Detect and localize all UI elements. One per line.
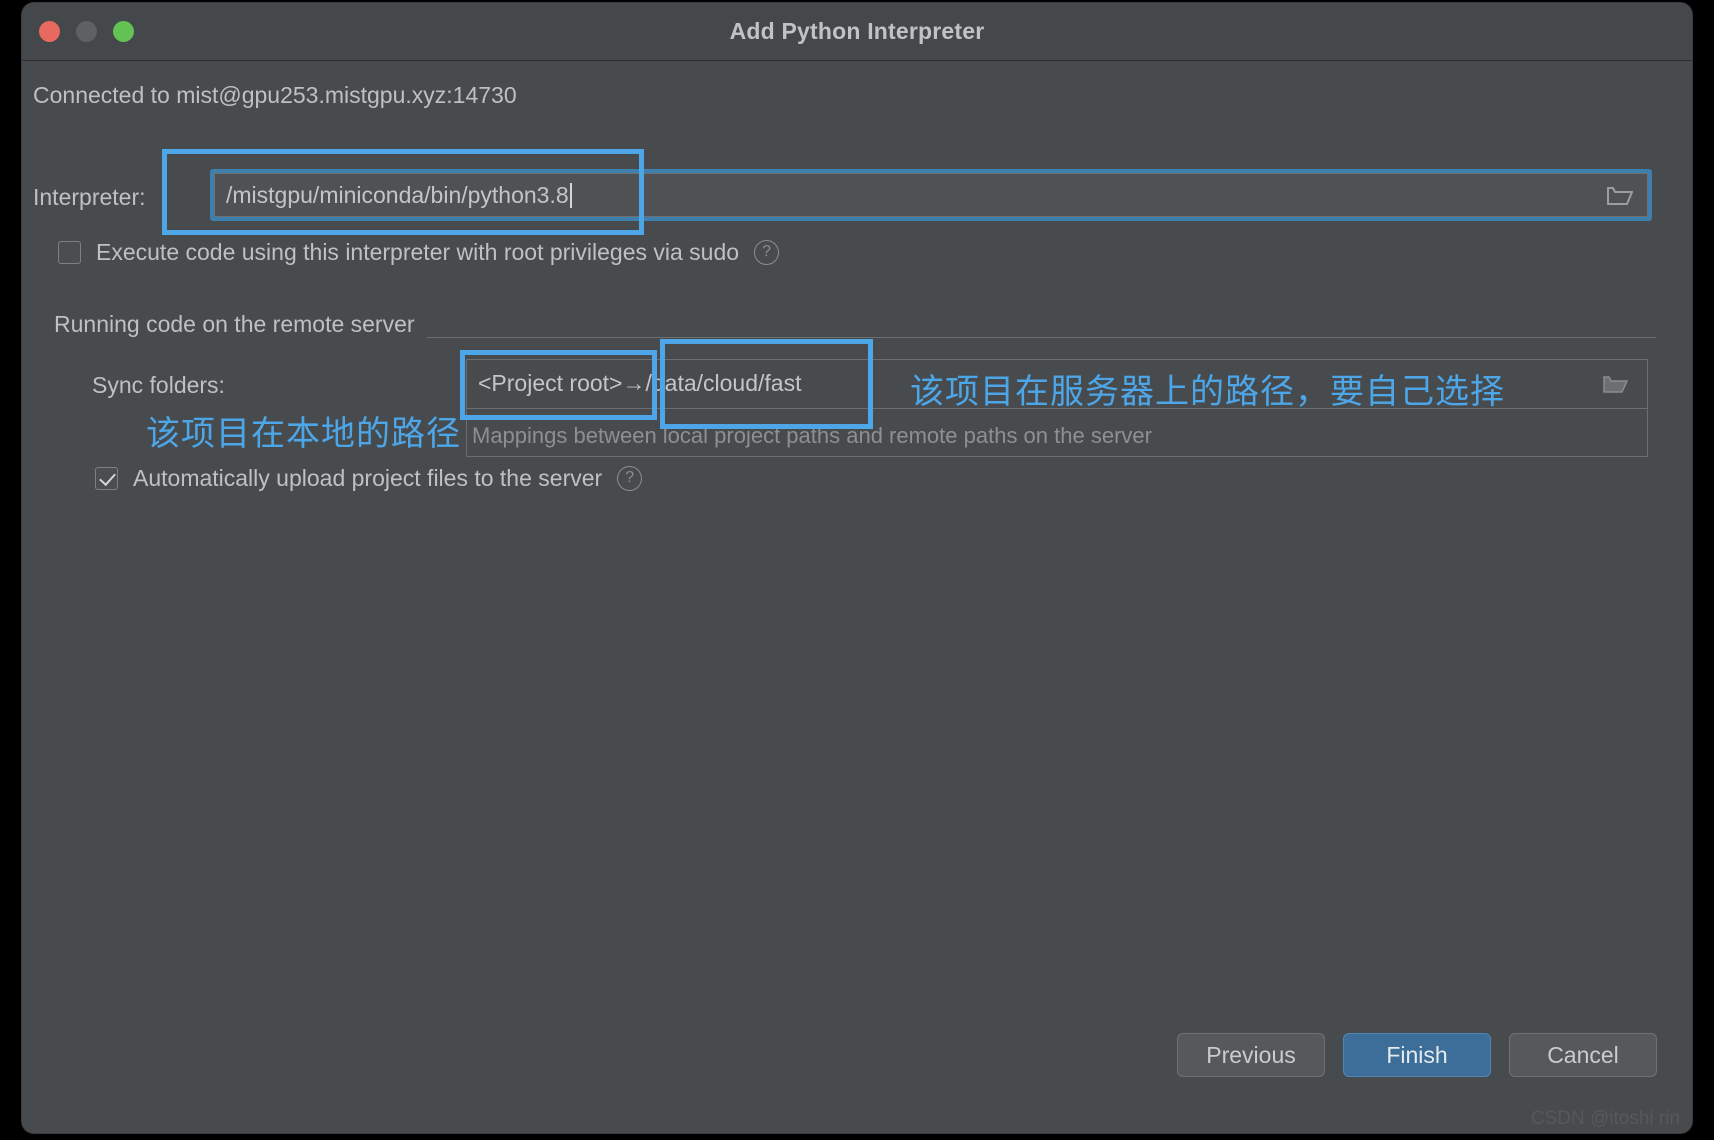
dialog-body: Connected to mist@gpu253.mistgpu.xyz:147…	[22, 61, 1692, 1133]
text-caret	[569, 183, 572, 208]
auto-upload-checkbox[interactable]	[95, 467, 118, 490]
help-icon[interactable]: ?	[754, 240, 780, 265]
sudo-checkbox-row[interactable]: Execute code using this interpreter with…	[58, 239, 780, 266]
auto-upload-checkbox-row[interactable]: Automatically upload project files to th…	[95, 465, 643, 492]
finish-button[interactable]: Finish	[1343, 1033, 1491, 1077]
sudo-checkbox[interactable]	[58, 241, 81, 264]
annotation-local-path-note: 该项目在本地的路径	[146, 415, 461, 453]
watermark: CSDN @itoshi rin	[1530, 1108, 1680, 1129]
auto-upload-label: Automatically upload project files to th…	[133, 465, 603, 491]
window-titlebar: Add Python Interpreter	[22, 3, 1692, 61]
folder-icon[interactable]	[1607, 185, 1633, 206]
cancel-button[interactable]: Cancel	[1509, 1033, 1657, 1077]
interpreter-label: Interpreter:	[33, 184, 146, 210]
remote-group-title: Running code on the remote server	[54, 311, 427, 338]
folder-icon[interactable]	[1603, 374, 1629, 394]
mappings-hint-text: Mappings between local project paths and…	[472, 423, 1152, 448]
help-icon[interactable]: ?	[617, 466, 643, 491]
dialog-footer-buttons: Previous Finish Cancel	[1177, 1033, 1657, 1077]
sync-folders-label: Sync folders:	[92, 372, 225, 398]
sync-mapping-value: <Project root>→/data/cloud/fast	[478, 370, 802, 396]
connection-status-text: Connected to mist@gpu253.mistgpu.xyz:147…	[33, 82, 517, 108]
previous-button[interactable]: Previous	[1177, 1033, 1325, 1077]
annotation-remote-path-note: 该项目在服务器上的路径，要自己选择	[910, 373, 1505, 411]
interpreter-input[interactable]: /mistgpu/miniconda/bin/python3.8	[214, 173, 1648, 217]
interpreter-value: /mistgpu/miniconda/bin/python3.8	[226, 182, 572, 209]
sudo-label: Execute code using this interpreter with…	[96, 239, 740, 265]
add-python-interpreter-dialog: Add Python Interpreter Connected to mist…	[22, 3, 1692, 1133]
window-title: Add Python Interpreter	[729, 18, 985, 44]
